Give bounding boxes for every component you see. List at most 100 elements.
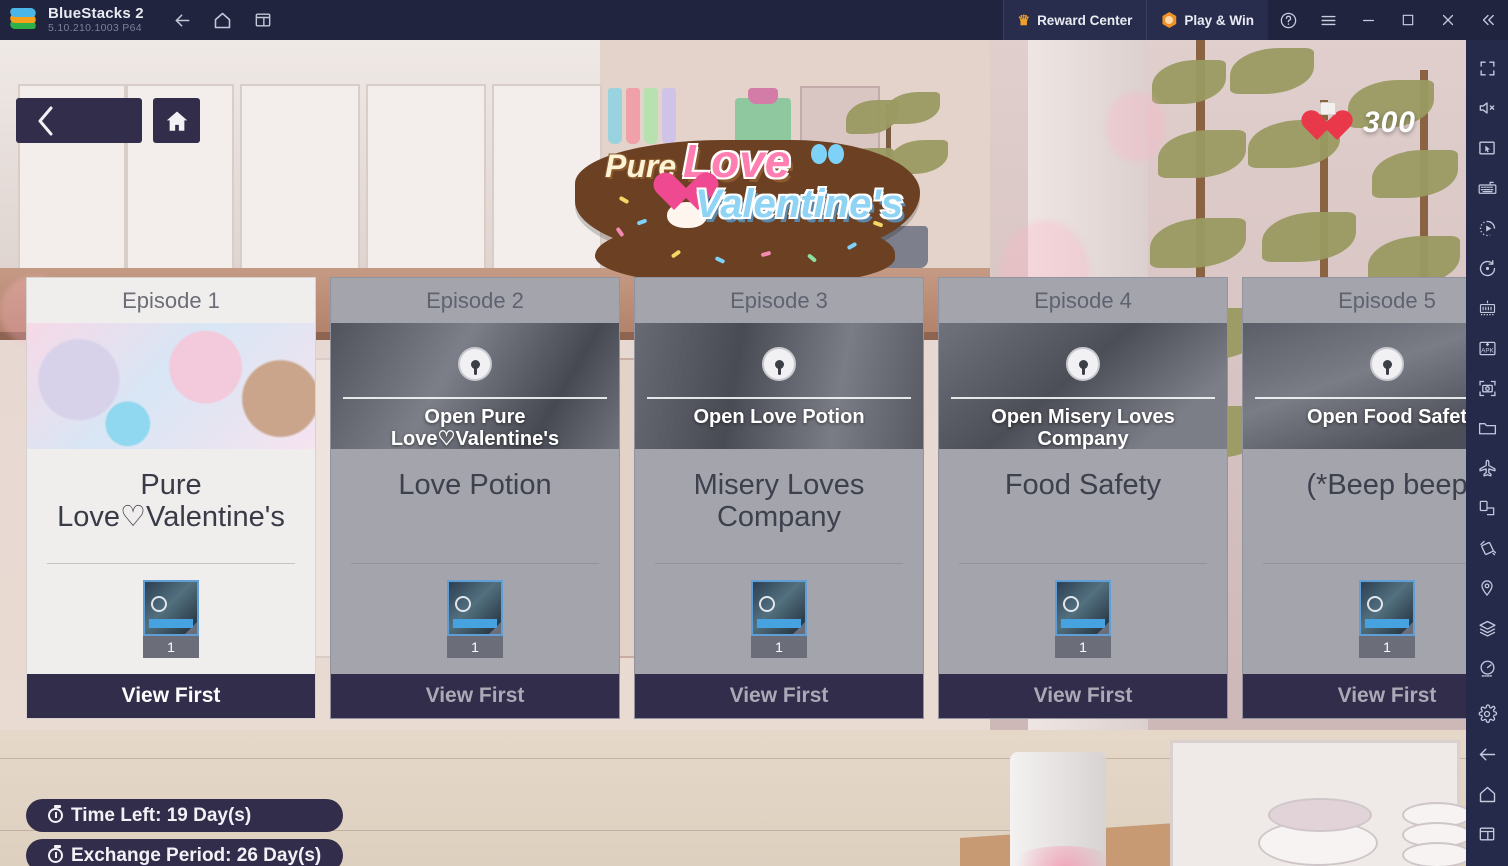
episode-header: Episode 1 <box>122 287 220 313</box>
install-apk-icon[interactable]: APK <box>1466 328 1508 368</box>
resize-window-icon[interactable] <box>1466 488 1508 528</box>
episode-title: (*Beep beep <box>1306 469 1466 501</box>
reward-center-button[interactable]: ♛ Reward Center <box>1002 0 1148 40</box>
play-and-win-button[interactable]: Play & Win <box>1147 0 1268 40</box>
episode-header: Episode 3 <box>730 287 828 313</box>
cursor-pointer-icon[interactable] <box>1466 128 1508 168</box>
lock-icon <box>458 347 492 381</box>
episode-card-3[interactable]: Episode 3 Open Love Potion Misery Loves … <box>634 277 924 719</box>
episode-unlock-requirement: Open Food Safet <box>1307 406 1466 428</box>
episode-title: Misery Loves Company <box>693 469 865 534</box>
episode-unlock-requirement: Open Misery Loves Company <box>991 406 1175 449</box>
view-first-button[interactable]: View First <box>939 674 1227 718</box>
ticket-item[interactable]: 1 <box>143 580 199 658</box>
layers-icon[interactable] <box>1466 608 1508 648</box>
multi-instance-icon[interactable] <box>246 5 280 35</box>
bowtie-icon <box>811 144 845 166</box>
minimize-icon[interactable] <box>1348 0 1388 40</box>
bluestacks-sidebar: APK <box>1466 40 1508 866</box>
multi-instance-manager-icon[interactable] <box>1466 288 1508 328</box>
episode-card-1[interactable]: Episode 1 Pure Love♡Valentine's 1 View F… <box>26 277 316 719</box>
ticket-quantity: 1 <box>143 636 199 658</box>
macro-record-icon[interactable] <box>1466 208 1508 248</box>
episode-thumbnail: Open Love Potion <box>635 323 923 449</box>
home-icon <box>166 110 187 131</box>
game-home-button[interactable] <box>153 98 200 143</box>
episode-reward: 1 <box>635 564 923 674</box>
episode-card-list: Episode 1 Pure Love♡Valentine's 1 View F… <box>26 277 1466 719</box>
media-folder-icon[interactable] <box>1466 408 1508 448</box>
episode-unlock-requirement: Open Love Potion <box>693 406 865 428</box>
close-icon[interactable] <box>1428 0 1468 40</box>
fullscreen-icon[interactable] <box>1466 48 1508 88</box>
episode-title: Pure Love♡Valentine's <box>57 469 285 534</box>
game-back-button[interactable] <box>16 98 142 143</box>
episode-card-4[interactable]: Episode 4 Open Misery Loves Company Food… <box>938 277 1228 719</box>
event-timers: Time Left: 19 Day(s) Exchange Period: 26… <box>26 799 344 866</box>
app-version: 5.10.210.1003 P64 <box>48 21 142 34</box>
stopwatch-icon <box>48 805 63 823</box>
episode-reward: 1 <box>1243 564 1466 674</box>
crown-icon: ♛ <box>1017 12 1031 28</box>
lock-icon <box>762 347 796 381</box>
question-circle-icon[interactable] <box>1268 0 1308 40</box>
episode-title: Love Potion <box>398 469 552 501</box>
back-icon[interactable] <box>1466 734 1508 774</box>
ticket-icon <box>751 580 807 636</box>
episode-card-5[interactable]: Episode 5 Open Food Safet (*Beep beep 1 … <box>1242 277 1466 719</box>
settings-gear-icon[interactable] <box>1466 694 1508 734</box>
game-viewport: Pure Love Valentine's 300 Episode 1 Pure… <box>0 40 1466 866</box>
episode-unlock-requirement: Open Pure Love♡Valentine's <box>390 406 560 449</box>
hamburger-menu-icon[interactable] <box>1308 0 1348 40</box>
ticket-quantity: 1 <box>447 636 503 658</box>
app-name: BlueStacks 2 <box>48 5 144 23</box>
ticket-quantity: 1 <box>1359 636 1415 658</box>
episode-reward: 1 <box>27 564 315 674</box>
bluestacks-logo-icon <box>9 7 37 33</box>
episode-card-2[interactable]: Episode 2 Open Pure Love♡Valentine's Lov… <box>330 277 620 719</box>
ticket-quantity: 1 <box>1055 636 1111 658</box>
mute-icon[interactable] <box>1466 88 1508 128</box>
ticket-icon <box>447 580 503 636</box>
ticket-item[interactable]: 1 <box>1359 580 1415 658</box>
maximize-icon[interactable] <box>1388 0 1428 40</box>
double-chevron-left-icon[interactable] <box>1468 0 1508 40</box>
time-left-label: Time Left: 19 Day(s) <box>71 804 252 826</box>
ticket-icon <box>1055 580 1111 636</box>
episode-header: Episode 4 <box>1034 287 1132 313</box>
window-title-bar: BlueStacks 2 5.10.210.1003 P64 ♛ Reward … <box>0 0 1508 40</box>
screenshot-icon[interactable] <box>1466 368 1508 408</box>
view-first-button[interactable]: View First <box>635 674 923 718</box>
ticket-icon <box>1359 580 1415 636</box>
ticket-item[interactable]: 1 <box>1055 580 1111 658</box>
episode-thumbnail: Open Food Safet <box>1243 323 1466 449</box>
shake-icon[interactable] <box>1466 528 1508 568</box>
heart-potion-icon <box>1307 102 1349 144</box>
reward-center-label: Reward Center <box>1037 12 1133 28</box>
view-first-button[interactable]: View First <box>1243 674 1466 718</box>
recents-icon[interactable] <box>1466 814 1508 854</box>
bluestacks-window: BlueStacks 2 5.10.210.1003 P64 ♛ Reward … <box>0 0 1508 866</box>
back-icon[interactable] <box>166 5 200 35</box>
view-first-button[interactable]: View First <box>331 674 619 718</box>
stopwatch-icon <box>48 845 63 863</box>
performance-meter-icon[interactable] <box>1466 648 1508 688</box>
exchange-period-label: Exchange Period: 26 Day(s) <box>71 844 322 866</box>
titlebar-nav-group <box>166 5 280 35</box>
ticket-item[interactable]: 1 <box>751 580 807 658</box>
location-icon[interactable] <box>1466 568 1508 608</box>
app-title-block: BlueStacks 2 5.10.210.1003 P64 <box>48 6 144 34</box>
episode-reward: 1 <box>939 564 1227 674</box>
time-left-badge: Time Left: 19 Day(s) <box>26 799 344 832</box>
episode-header: Episode 5 <box>1338 287 1436 313</box>
view-first-button[interactable]: View First <box>27 674 315 718</box>
home-icon[interactable] <box>206 5 240 35</box>
airplane-mode-icon[interactable] <box>1466 448 1508 488</box>
chevron-left-icon <box>38 106 53 135</box>
home-icon[interactable] <box>1466 774 1508 814</box>
currency-display: 300 <box>1307 102 1416 144</box>
ticket-item[interactable]: 1 <box>447 580 503 658</box>
keyboard-controls-icon[interactable] <box>1466 168 1508 208</box>
ticket-quantity: 1 <box>751 636 807 658</box>
rotate-icon[interactable] <box>1466 248 1508 288</box>
